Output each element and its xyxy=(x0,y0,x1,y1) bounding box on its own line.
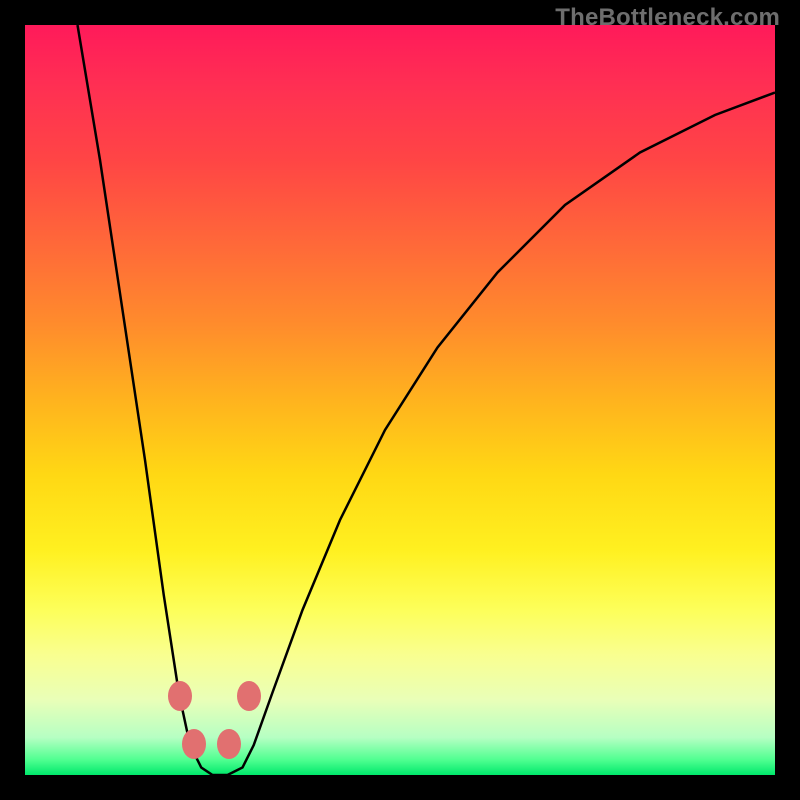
chart-marker xyxy=(168,681,192,711)
chart-marker xyxy=(237,681,261,711)
chart-curve xyxy=(25,25,775,775)
chart-marker xyxy=(217,729,241,759)
chart-marker xyxy=(182,729,206,759)
chart-area xyxy=(25,25,775,775)
